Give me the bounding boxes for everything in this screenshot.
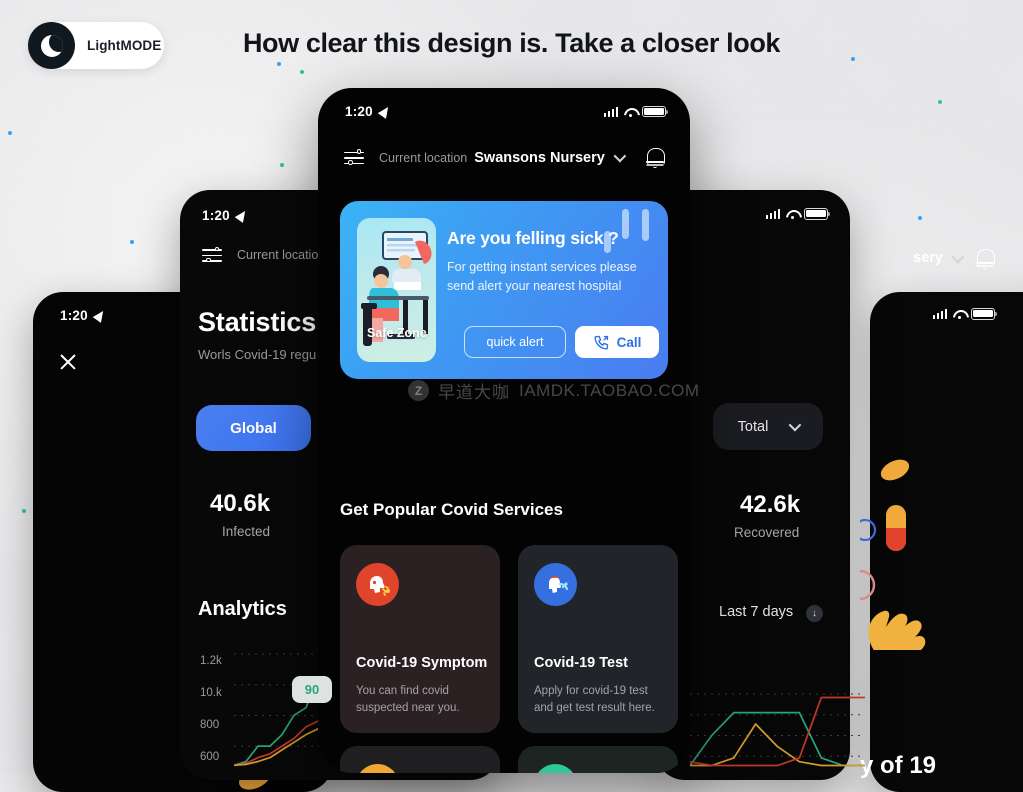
app-bar: Current location Swansons Nursery: [344, 146, 666, 169]
location-text-right: sery: [913, 250, 943, 266]
cellular-signal-icon: [932, 308, 947, 319]
total-button-label: Total: [737, 418, 769, 435]
analytics-heading: Analytics: [198, 598, 287, 620]
service-card-nearest-hospital[interactable]: Nearest Hospital See nearest covid hospi…: [518, 746, 678, 773]
notification-bell-icon[interactable]: [645, 146, 666, 169]
status-time: 1:20: [202, 208, 230, 223]
service-card-title: Covid-19 Symptom: [356, 655, 488, 671]
battery-icon: [971, 308, 998, 320]
location-arrow-icon: [92, 308, 108, 323]
cellular-signal-icon: [765, 208, 780, 219]
current-location-value[interactable]: Swansons Nursery: [474, 150, 605, 166]
download-arrow-icon[interactable]: ↓: [806, 605, 823, 622]
sick-alert-card: Safe Zone Are you felling sick ? For get…: [340, 201, 668, 379]
summary-text-far-right: y of 19: [860, 752, 937, 779]
infected-count-label: Infected: [222, 524, 271, 539]
battery-icon: [804, 208, 831, 220]
cellular-signal-icon: [603, 106, 618, 117]
battery-icon: [642, 105, 669, 118]
status-bar-icons: [603, 105, 669, 118]
hand-medicine-icon: [356, 764, 399, 773]
call-button[interactable]: Call: [575, 326, 659, 358]
services-section-title: Get Popular Covid Services: [340, 500, 563, 519]
location-arrow-icon: [377, 104, 393, 119]
wifi-icon: [623, 107, 637, 117]
global-scope-button[interactable]: Global: [196, 405, 311, 451]
nasal-swab-test-icon: [534, 563, 577, 606]
light-mode-label: LightMODE: [87, 38, 162, 53]
chart-y-tick-0: 1.2k: [200, 655, 222, 667]
service-card-title: Covid-19 Test: [534, 655, 629, 671]
infected-count-value: 40.6k: [210, 490, 271, 517]
decorative-dot: [280, 163, 284, 167]
chevron-down-icon[interactable]: [613, 149, 627, 163]
alert-card-description: For getting instant services please send…: [447, 260, 637, 293]
service-card-home-treatment[interactable]: Home Treatment Get home treatment tips: [340, 746, 500, 773]
chart-tooltip-value: 90: [304, 682, 320, 697]
service-card-desc: Apply for covid-19 test and get test res…: [534, 685, 655, 714]
status-bar-icons: [765, 208, 831, 220]
service-card-desc: You can find covid suspected near you.: [356, 685, 460, 714]
notification-bell-icon[interactable]: [975, 247, 996, 270]
chevron-down-icon: [788, 418, 802, 432]
filter-sliders-icon[interactable]: [344, 149, 364, 166]
global-button-label: Global: [230, 419, 277, 437]
total-range-button[interactable]: Total: [713, 403, 823, 450]
light-mode-toggle-badge[interactable]: LightMODE: [28, 22, 164, 69]
current-location-label: Current locatio: [237, 248, 319, 262]
call-label: Call: [616, 334, 642, 350]
statistics-heading: Statistics: [198, 307, 317, 337]
chart-y-tick-2: 800: [200, 719, 220, 731]
service-card-covid-symptom[interactable]: Covid-19 Symptom You can find covid susp…: [340, 545, 500, 733]
moon-icon: [28, 22, 75, 69]
phone-screen-main: 1:20 Current location Swansons Nursery S…: [318, 88, 690, 773]
decorative-dot: [22, 509, 26, 513]
filter-sliders-icon[interactable]: [202, 246, 222, 263]
status-bar: [932, 308, 998, 320]
status-time: 1:20: [345, 104, 373, 119]
alert-card-title: Are you felling sick ?: [447, 228, 619, 248]
chart-y-tick-3: 600: [200, 751, 220, 763]
quick-alert-button[interactable]: quick alert: [464, 326, 566, 358]
statistics-subtitle: Worls Covid-19 regu: [198, 347, 317, 362]
recovered-count-label: Recovered: [734, 525, 800, 540]
close-x-icon[interactable]: [58, 352, 78, 372]
wifi-icon: [785, 209, 799, 219]
last-7-days-label: Last 7 days: [719, 604, 794, 620]
current-location-label: Current location: [379, 150, 468, 165]
location-value-right[interactable]: sery: [913, 250, 965, 266]
status-time: 1:20: [60, 308, 88, 323]
quick-alert-label: quick alert: [486, 335, 544, 349]
decorative-dot: [130, 240, 134, 244]
analytics-line-chart: [234, 653, 330, 767]
hospital-building-icon: [534, 764, 577, 773]
decorative-dot: [918, 216, 922, 220]
safe-zone-label: Safe Zone: [367, 326, 427, 340]
doctor-consult-illustration: [357, 218, 436, 362]
decorative-dot: [300, 70, 304, 74]
wifi-icon: [952, 309, 966, 319]
service-card-covid-test[interactable]: Covid-19 Test Apply for covid-19 test an…: [518, 545, 678, 733]
status-bar: 1:20: [345, 104, 690, 119]
phone-call-icon: [594, 335, 608, 350]
right-line-chart: [690, 693, 865, 767]
location-arrow-icon: [234, 208, 250, 223]
recovered-count-value: 42.6k: [740, 491, 801, 518]
chart-value-tooltip: 90: [292, 676, 332, 703]
coughing-person-icon: [356, 563, 399, 606]
decorative-dot: [8, 131, 12, 135]
chart-y-tick-1: 10.k: [200, 687, 222, 699]
status-bar-icons: [932, 308, 998, 320]
pills-and-hand-illustration: [860, 459, 926, 650]
decorative-dot: [277, 62, 281, 66]
decorative-dot: [938, 100, 942, 104]
